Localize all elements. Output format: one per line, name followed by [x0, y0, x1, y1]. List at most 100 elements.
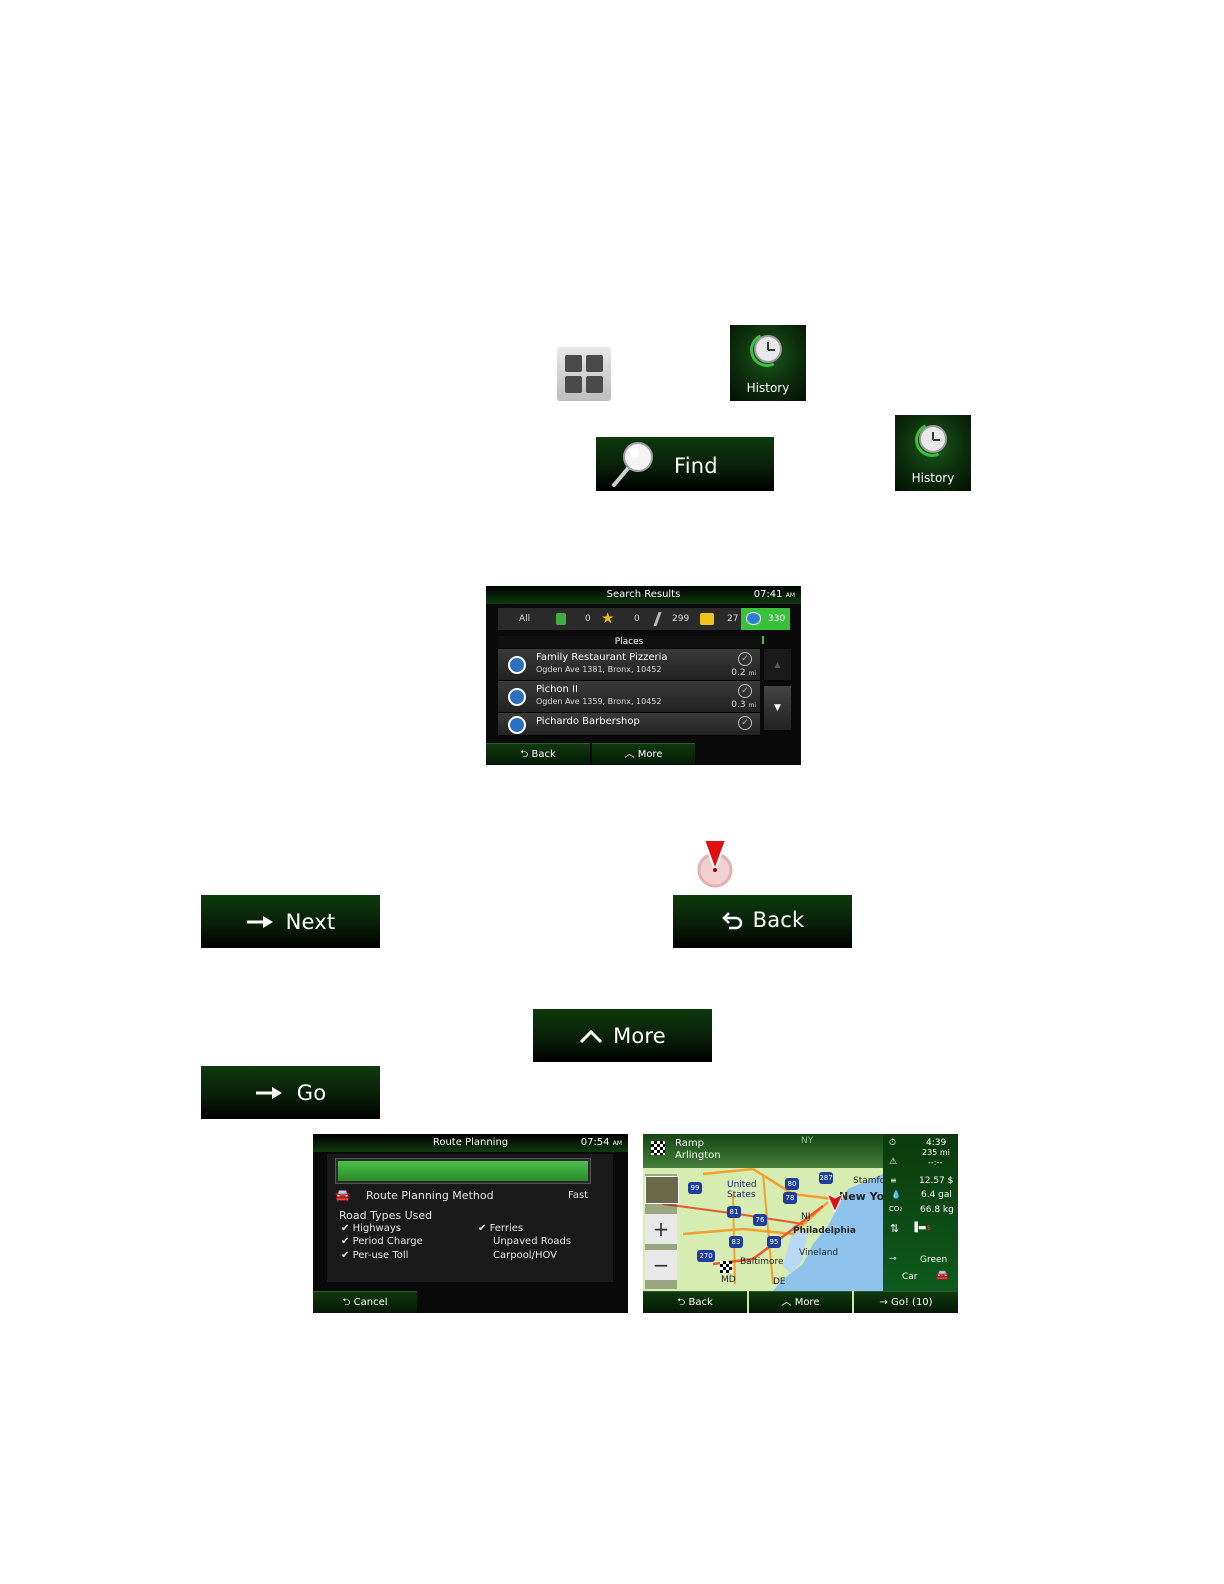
map-label-nj: NJ	[801, 1212, 811, 1222]
route-mode[interactable]: Green	[920, 1255, 947, 1265]
list-item[interactable]: Family Restaurant Pizzeria Ogden Ave 138…	[498, 649, 760, 681]
cost-icon: ≡	[890, 1176, 897, 1185]
progress-fill	[338, 1161, 588, 1181]
scroll-down-button[interactable]: ▼	[764, 686, 791, 730]
more-button[interactable]: ︿ More	[592, 743, 695, 765]
zoom-in-button[interactable]: +	[645, 1214, 677, 1244]
route-map-screen: Ramp Arlington NY + − United States New …	[643, 1134, 958, 1313]
tab-favorites-count[interactable]: 0	[634, 608, 640, 630]
more-button[interactable]: ︿ More	[749, 1291, 852, 1313]
map-label-baltimore: Baltimore	[740, 1257, 784, 1267]
list-item[interactable]: Pichardo Barbershop ✓	[498, 713, 760, 736]
timer-icon: ⏱	[889, 1138, 897, 1148]
map-label-stamford: Stamfo	[853, 1176, 886, 1186]
co2-emission: 66.8 kg	[920, 1205, 954, 1215]
back-arrow-icon	[721, 911, 742, 929]
remaining-distance: 235 mi	[922, 1148, 950, 1157]
list-item[interactable]: Pichon II Ogden Ave 1359, Bronx, 10452 ✓…	[498, 681, 760, 713]
trip-cost: 12.57 $	[919, 1176, 954, 1186]
find-label: Find	[674, 454, 718, 478]
clock-time: 07:41 AM	[753, 589, 795, 600]
tab-folder-count[interactable]: 27	[727, 608, 738, 630]
road-icon	[653, 612, 662, 626]
check-icon: ✓	[738, 716, 752, 730]
search-results-screen: Search Results 07:41 AM All 0 ★ 0 299 27…	[486, 586, 801, 765]
destination-flag-icon	[720, 1261, 732, 1273]
map-label-ny: NY	[801, 1136, 814, 1146]
checkered-flag-icon	[651, 1141, 665, 1155]
go-button[interactable]: → Go! (10)	[854, 1291, 958, 1313]
highway-shield: 76	[753, 1214, 767, 1226]
map-label-philadelphia: Philadelphia	[793, 1226, 856, 1236]
history-label: History	[746, 381, 790, 395]
green-indicator	[762, 636, 764, 644]
highway-shield: 270	[697, 1250, 715, 1262]
arrow-right-icon	[255, 1086, 282, 1099]
history-button[interactable]: History	[730, 325, 806, 401]
eta: --:--	[928, 1158, 943, 1167]
highway-shield: 287	[819, 1172, 833, 1184]
highway-shield: 83	[729, 1236, 743, 1248]
next-street-label: Ramp	[675, 1138, 704, 1149]
clock-time: 07:54 AM	[580, 1137, 622, 1148]
map-label-md: MD	[721, 1275, 736, 1285]
toll-icon: ▐▬$	[911, 1223, 931, 1233]
option-carpool: Carpool/HOV	[493, 1250, 558, 1261]
map-label-united-states: United States	[727, 1180, 757, 1200]
route-method-value: Fast	[568, 1190, 589, 1201]
vehicle-type[interactable]: Car	[902, 1272, 918, 1282]
history-button-2[interactable]: History	[895, 415, 971, 491]
chat-bubble-icon	[746, 612, 761, 625]
map-pin-icon	[697, 839, 733, 888]
car-icon: 🚘	[936, 1270, 949, 1281]
tab-poi-count[interactable]: 0	[585, 608, 591, 630]
restaurant-icon	[508, 688, 526, 706]
fuel-consumption: 6.4 gal	[921, 1190, 952, 1200]
highway-shield: 81	[727, 1206, 741, 1218]
option-per-use-toll: ✔ Per-use Toll	[341, 1250, 409, 1261]
section-header: Places	[498, 636, 760, 648]
option-period-charge: ✔ Period Charge	[341, 1236, 423, 1247]
folder-icon	[700, 613, 714, 625]
highway-shield: 99	[688, 1182, 702, 1194]
tab-places[interactable]: 330	[741, 608, 790, 630]
back-button[interactable]: ⮌ Back	[643, 1291, 747, 1313]
remaining-time: 4:39	[926, 1138, 947, 1148]
option-ferries: ✔ Ferries	[478, 1223, 524, 1234]
star-icon: ★	[601, 609, 615, 627]
history-label: History	[911, 471, 955, 485]
next-button[interactable]: Next	[201, 895, 380, 948]
highway-shield: 78	[783, 1192, 797, 1204]
warning-icon: ⚠	[889, 1157, 898, 1167]
fuel-drop-icon: 💧	[891, 1190, 901, 1199]
route-mode-icon: ⊸	[889, 1254, 897, 1264]
back-button[interactable]: Back	[673, 895, 852, 948]
tab-all[interactable]: All	[519, 608, 530, 630]
route-method-label: Route Planning Method	[366, 1189, 494, 1202]
next-city-label: Arlington	[675, 1150, 721, 1161]
position-arrow-icon	[827, 1193, 843, 1212]
chevron-up-icon	[580, 1029, 603, 1043]
check-icon: ✓	[738, 684, 752, 698]
magnifier-icon	[612, 442, 653, 487]
category-tabs: All 0 ★ 0 299 27 330	[498, 608, 790, 630]
progress-bar	[335, 1158, 591, 1184]
poi-icon	[556, 613, 566, 625]
lane-thumbnail	[645, 1176, 679, 1204]
bus-icon	[508, 716, 526, 734]
zoom-out-button[interactable]: −	[645, 1250, 677, 1280]
scroll-up-button[interactable]: ▲	[764, 649, 791, 680]
road-types-label: Road Types Used	[339, 1209, 433, 1222]
more-button[interactable]: More	[533, 1009, 712, 1062]
arrow-right-icon	[246, 915, 273, 928]
cancel-button[interactable]: ⮌ Cancel	[313, 1291, 417, 1313]
find-button[interactable]: Find	[596, 437, 774, 491]
highway-shield: 80	[785, 1178, 799, 1190]
go-button[interactable]: Go	[201, 1066, 380, 1119]
option-unpaved-roads: Unpaved Roads	[493, 1236, 572, 1247]
map-label-vineland: Vineland	[799, 1248, 839, 1258]
tab-roads-count[interactable]: 299	[672, 608, 689, 630]
main-menu-grid-icon[interactable]	[557, 347, 611, 401]
co2-label: CO₂	[889, 1205, 903, 1213]
back-button[interactable]: ⮌ Back	[486, 743, 590, 765]
